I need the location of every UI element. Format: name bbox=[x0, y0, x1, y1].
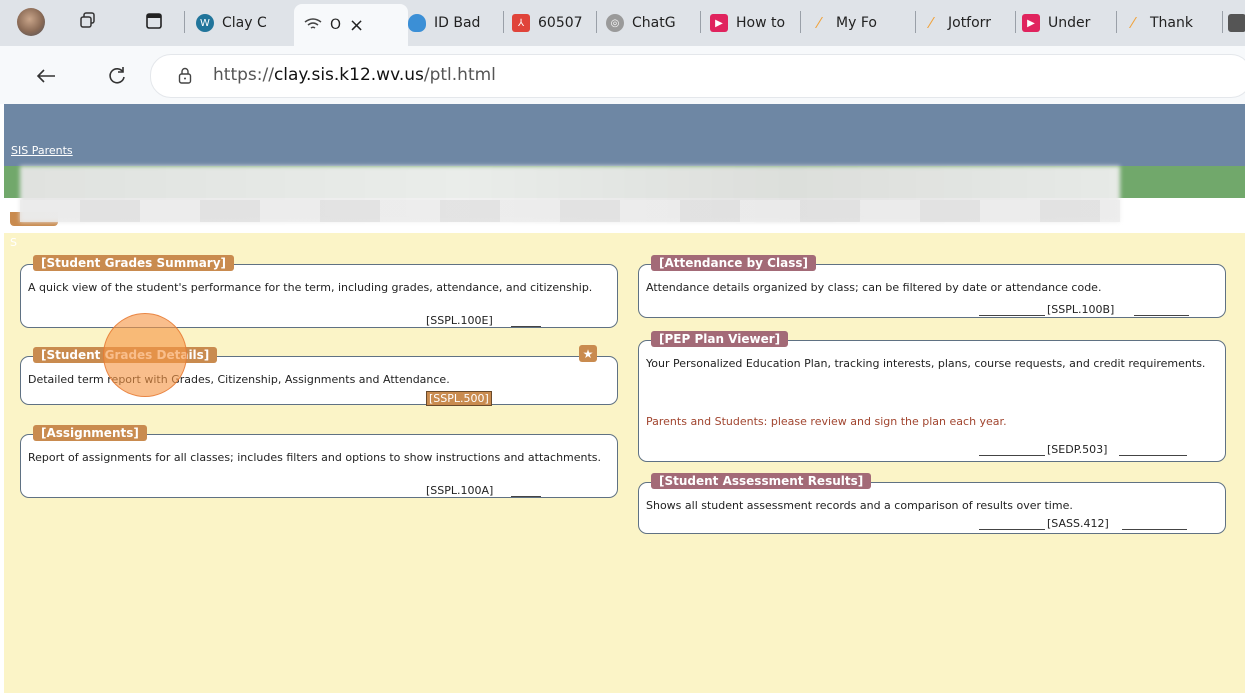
workspaces-icon[interactable] bbox=[78, 10, 100, 32]
card-student-grades-summary: [Student Grades Summary] A quick view of… bbox=[20, 255, 618, 328]
tab-label: ChatG bbox=[632, 15, 676, 31]
card-title-link[interactable]: [Attendance by Class] bbox=[651, 255, 816, 271]
student-bar-text: S bbox=[10, 236, 17, 249]
card-code: [SASS.412] bbox=[1047, 517, 1109, 530]
tab-separator bbox=[915, 11, 916, 33]
overflow-tab-icon bbox=[1228, 14, 1245, 32]
tab-separator bbox=[1222, 11, 1223, 33]
tab-separator bbox=[700, 11, 701, 33]
refresh-icon[interactable] bbox=[102, 61, 132, 91]
tab-separator bbox=[1116, 11, 1117, 33]
tab-7[interactable]: ⁄ Jotforr bbox=[922, 5, 1008, 41]
url-scheme: https:// bbox=[213, 65, 274, 85]
sis-parents-link[interactable]: SIS Parents bbox=[11, 144, 73, 157]
tab-label: ID Bad bbox=[434, 15, 481, 31]
url-path: /ptl.html bbox=[423, 65, 496, 85]
tab-label: Clay C bbox=[222, 15, 267, 31]
url-text: https://clay.sis.k12.wv.us/ptl.html bbox=[213, 65, 496, 85]
tab-1-active[interactable]: O × bbox=[294, 4, 408, 46]
close-icon[interactable]: × bbox=[349, 15, 364, 36]
cloud-icon bbox=[408, 14, 426, 32]
tab-separator bbox=[596, 11, 597, 33]
tab-label: My Fo bbox=[836, 15, 877, 31]
card-code-underline bbox=[1122, 529, 1187, 530]
card-attendance-by-class: [Attendance by Class] Attendance details… bbox=[638, 255, 1226, 318]
tab-6[interactable]: ⁄ My Fo bbox=[810, 5, 906, 41]
tab-overflow[interactable] bbox=[1228, 5, 1245, 41]
card-code-leadline bbox=[979, 315, 1045, 316]
profile-avatar[interactable] bbox=[17, 8, 45, 36]
tab-4[interactable]: ◎ ChatG bbox=[606, 5, 698, 41]
tab-separator bbox=[503, 11, 504, 33]
card-title-link[interactable]: [Student Grades Summary] bbox=[33, 255, 235, 271]
tab-label: How to bbox=[736, 15, 786, 31]
card-title-link[interactable]: [Student Assessment Results] bbox=[651, 473, 872, 489]
wifi-icon bbox=[304, 16, 322, 34]
card-code-underline bbox=[511, 496, 541, 497]
card-title-link[interactable]: [PEP Plan Viewer] bbox=[651, 331, 789, 347]
card-code: [SSPL.100B] bbox=[1047, 303, 1115, 316]
card-description: Detailed term report with Grades, Citize… bbox=[28, 373, 450, 386]
lock-icon bbox=[178, 67, 192, 88]
card-description: A quick view of the student's performanc… bbox=[28, 281, 593, 294]
url-host: clay.sis.k12.wv.us bbox=[273, 65, 424, 85]
jotform-icon: ⁄ bbox=[929, 14, 933, 32]
browser-tab-bar: W Clay C O × ID Bad ⅄ 60507 ◎ ChatG ▶ Ho… bbox=[0, 0, 1245, 46]
card-code: [SSPL.500] bbox=[426, 391, 492, 406]
tab-label: Thank bbox=[1150, 15, 1193, 31]
tab-5[interactable]: ▶ How to bbox=[710, 5, 796, 41]
tab-separator bbox=[184, 11, 185, 33]
card-title-link[interactable]: [Assignments] bbox=[33, 425, 147, 441]
card-title-link[interactable]: [Student Grades Details] bbox=[33, 347, 218, 363]
youtube-icon: ▶ bbox=[1022, 14, 1040, 32]
star-icon[interactable]: ★ bbox=[579, 345, 597, 362]
card-student-grades-details: [Student Grades Details] ★ Detailed term… bbox=[20, 345, 618, 406]
wordpress-icon: W bbox=[196, 14, 214, 32]
tab-8[interactable]: ▶ Under bbox=[1022, 5, 1112, 41]
tab-0[interactable]: W Clay C bbox=[196, 5, 276, 41]
card-code-leadline bbox=[979, 529, 1045, 530]
card-code: [SEDP.503] bbox=[1047, 443, 1108, 456]
portal-page: SIS Parents S [Student Grades Summary] A… bbox=[4, 104, 1245, 693]
card-description: Report of assignments for all classes; i… bbox=[28, 451, 602, 464]
tab-2[interactable]: ID Bad bbox=[408, 5, 500, 41]
card-note: Parents and Students: please review and … bbox=[646, 415, 1007, 428]
card-code: [SSPL.100A] bbox=[426, 484, 494, 497]
redacted-region-lower bbox=[20, 200, 1120, 222]
tab-label: Under bbox=[1048, 15, 1091, 31]
tab-actions-icon[interactable] bbox=[143, 10, 165, 32]
card-code-underline bbox=[1119, 455, 1187, 456]
tab-label: 60507 bbox=[538, 15, 583, 31]
card-assignments: [Assignments] Report of assignments for … bbox=[20, 425, 618, 498]
card-student-assessment-results: [Student Assessment Results] Shows all s… bbox=[638, 473, 1226, 534]
tab-label: Jotforr bbox=[948, 15, 991, 31]
youtube-icon: ▶ bbox=[710, 14, 728, 32]
tab-3[interactable]: ⅄ 60507 bbox=[512, 5, 592, 41]
portal-header: SIS Parents bbox=[4, 104, 1245, 166]
url-field[interactable]: https://clay.sis.k12.wv.us/ptl.html bbox=[150, 54, 1245, 98]
card-description: Your Personalized Education Plan, tracki… bbox=[646, 357, 1206, 370]
card-pep-plan-viewer: [PEP Plan Viewer] Your Personalized Educ… bbox=[638, 331, 1226, 462]
card-code-leadline bbox=[979, 455, 1045, 456]
card-code-underline bbox=[1134, 315, 1189, 316]
card-description: Attendance details organized by class; c… bbox=[646, 281, 1102, 294]
address-bar-row: https://clay.sis.k12.wv.us/ptl.html bbox=[0, 46, 1245, 104]
tab-9[interactable]: ⁄ Thank bbox=[1124, 5, 1220, 41]
tab-separator bbox=[800, 11, 801, 33]
card-code-underline bbox=[511, 326, 541, 327]
tab-separator bbox=[1015, 11, 1016, 33]
card-code: [SSPL.100E] bbox=[426, 314, 493, 327]
openai-icon: ◎ bbox=[606, 14, 624, 32]
tab-label: O bbox=[330, 17, 342, 33]
jotform-icon: ⁄ bbox=[817, 14, 821, 32]
back-arrow-icon[interactable] bbox=[31, 61, 61, 91]
card-description: Shows all student assessment records and… bbox=[646, 499, 1073, 512]
pdf-icon: ⅄ bbox=[512, 14, 530, 32]
jotform-icon: ⁄ bbox=[1131, 14, 1135, 32]
